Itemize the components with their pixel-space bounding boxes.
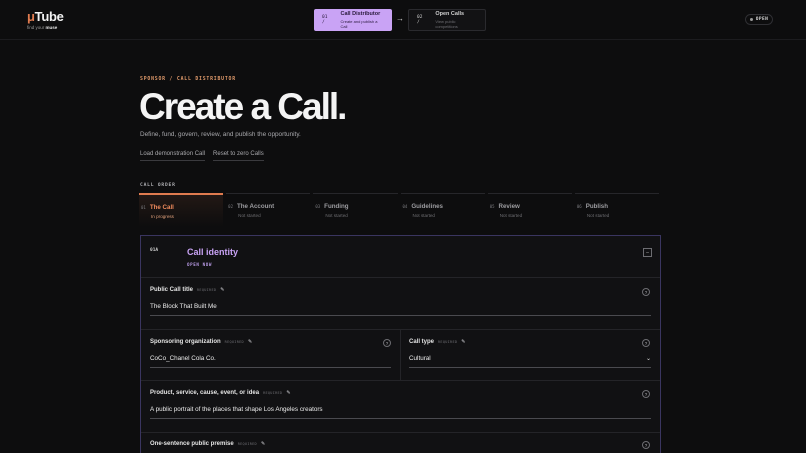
- edit-pencil-icon: ✎: [461, 339, 466, 345]
- edit-pencil-icon: ✎: [247, 339, 253, 345]
- call-order-tabs: 01 The Call In progress 02 The Account Not…: [139, 193, 660, 227]
- tab-publish[interactable]: 06 Publish Not started: [574, 193, 660, 227]
- brand-logo[interactable]: μTube find your muse: [27, 9, 64, 30]
- call-type-select[interactable]: Cultural ⌄: [409, 355, 651, 368]
- card-header: 01A Call identity OPEN NOW –: [141, 236, 660, 278]
- breadcrumb: SPONSOR / CALL DISTRIBUTOR: [140, 77, 236, 82]
- brand-tagline: find your muse: [27, 25, 58, 30]
- product-input[interactable]: A public portrait of the places that sha…: [150, 406, 651, 419]
- page-subtitle: Define, fund, govern, review, and publis…: [140, 131, 301, 138]
- step-title: Open Calls: [435, 11, 465, 17]
- divider: [400, 330, 401, 380]
- tab-status: Not started: [499, 213, 523, 218]
- call-type-field: Call type REQUIRED ✎ Cultural ⌄: [409, 339, 651, 368]
- divider: [141, 380, 660, 381]
- help-icon[interactable]: ?: [642, 441, 650, 449]
- tab-the-account[interactable]: 02 The Account Not started: [226, 193, 311, 227]
- tab-status: Not started: [325, 213, 348, 218]
- help-icon[interactable]: ?: [642, 339, 650, 347]
- tab-status: Not started: [586, 213, 610, 218]
- tab-funding[interactable]: 03 Funding Not started: [313, 193, 398, 227]
- step-open-calls[interactable]: 02 / Open Calls View public competitions: [408, 9, 486, 31]
- tab-status: Not started: [238, 213, 261, 218]
- step-subtitle: Create and publish a Call: [340, 19, 378, 29]
- tab-status: Not started: [412, 213, 435, 218]
- edit-pencil-icon: ✎: [220, 287, 225, 293]
- reset-calls-link[interactable]: Reset to zero Calls: [213, 151, 264, 161]
- help-icon[interactable]: ?: [642, 288, 650, 296]
- section-status: OPEN NOW: [187, 262, 212, 267]
- help-icon[interactable]: ?: [383, 339, 391, 347]
- call-title-field: Public Call title REQUIRED ✎ The Block Tha…: [150, 287, 651, 316]
- tab-guidelines[interactable]: 04 Guidelines Not started: [400, 193, 485, 227]
- tab-status: In progress: [151, 214, 174, 219]
- step-subtitle: View public competitions: [435, 19, 458, 29]
- load-demo-link[interactable]: Load demonstration Call: [140, 151, 206, 161]
- hero-actions: Load demonstration Call Reset to zero Ca…: [140, 151, 264, 161]
- divider: [141, 432, 660, 433]
- status-dot-icon: [749, 18, 753, 21]
- sponsor-input[interactable]: CoCo_Chanel Cola Co.: [150, 355, 391, 368]
- top-bar: μTube find your muse 01 / Call Distribut…: [0, 0, 806, 40]
- arrow-right-icon: →: [396, 14, 404, 23]
- step-call-distributor[interactable]: 01 / Call Distributor Create and publish…: [314, 9, 392, 31]
- collapse-icon[interactable]: –: [643, 248, 652, 257]
- step-title: Call Distributor: [340, 11, 381, 17]
- call-title-input[interactable]: The Block That Built Me: [150, 303, 651, 316]
- help-icon[interactable]: ?: [642, 390, 650, 398]
- call-order-label: CALL ORDER: [140, 183, 176, 188]
- open-status-badge[interactable]: OPEN: [745, 14, 773, 25]
- tab-review[interactable]: 05 Review Not started: [487, 193, 572, 227]
- section-title: Call identity: [187, 247, 239, 257]
- tab-the-call[interactable]: 01 The Call In progress: [139, 193, 224, 227]
- call-identity-card: 01A Call identity OPEN NOW – Public Call…: [140, 235, 661, 453]
- edit-pencil-icon: ✎: [286, 390, 291, 396]
- brand-wordmark: μTube: [27, 9, 64, 24]
- premise-field: One-sentence public premise REQUIRED ✎: [150, 441, 266, 447]
- page-title: Create a Call.: [139, 86, 347, 127]
- section-code: 01A: [150, 248, 159, 253]
- edit-pencil-icon: ✎: [260, 441, 266, 447]
- product-field: Product, service, cause, event, or idea R…: [150, 390, 651, 419]
- chevron-down-icon: ⌄: [645, 356, 651, 362]
- sponsor-field: Sponsoring organization REQUIRED ✎ CoCo_Ch…: [150, 339, 391, 368]
